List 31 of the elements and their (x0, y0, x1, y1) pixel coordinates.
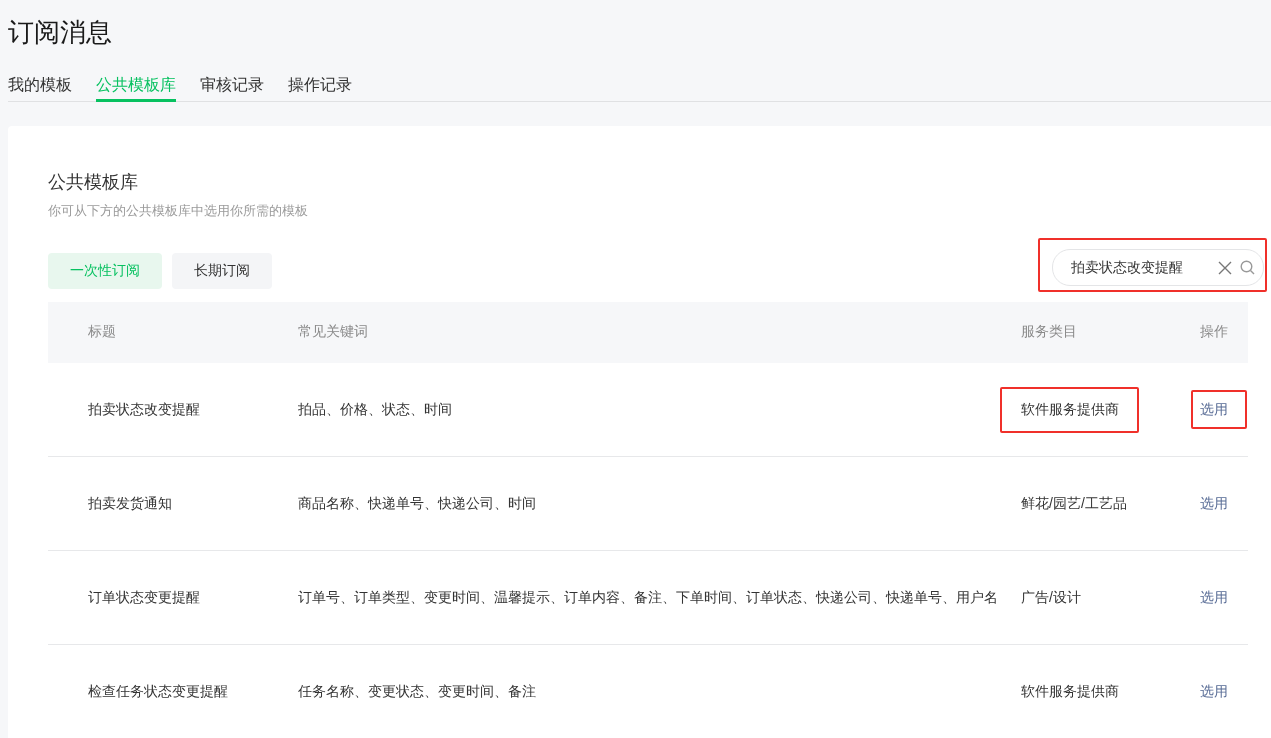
filter-button[interactable]: 长期订阅 (172, 253, 272, 289)
column-header: 服务类目 (1021, 323, 1078, 341)
page-title: 订阅消息 (8, 16, 113, 49)
table-cell-text: 拍卖发货通知 (87, 494, 173, 513)
table-cell-text: 商品名称、快递单号、快递公司、时间 (298, 494, 537, 513)
table-cell-text: 软件服务提供商 (1021, 682, 1120, 701)
select-link[interactable]: 选用 (1200, 683, 1228, 699)
search-icon[interactable] (1240, 260, 1255, 275)
tab[interactable]: 操作记录 (288, 74, 352, 102)
column-header: 操作 (1200, 323, 1229, 341)
close-icon[interactable] (1218, 260, 1232, 275)
section-title: 公共模板库 (48, 171, 139, 194)
table-cell-text: 广告/设计 (1021, 588, 1082, 607)
tab[interactable]: 我的模板 (8, 74, 72, 102)
table-cell-text: 拍卖状态改变提醒 (87, 400, 201, 419)
search-field[interactable]: 拍卖状态改变提醒 (1052, 249, 1264, 286)
tab[interactable]: 审核记录 (200, 74, 264, 102)
search-input[interactable]: 拍卖状态改变提醒 (1069, 258, 1210, 277)
section-description: 你可从下方的公共模板库中选用你所需的模板 (48, 202, 309, 220)
table-cell-text: 订单号、订单类型、变更时间、温馨提示、订单内容、备注、下单时间、订单状态、快递公司、快递单号、用户名 (298, 588, 999, 607)
column-header: 常见关键词 (298, 323, 369, 341)
table-cell-text: 检查任务状态变更提醒 (87, 682, 229, 701)
table-cell-text: 鲜花/园艺/工艺品 (1021, 494, 1128, 513)
table-cell-text: 任务名称、变更状态、变更时间、备注 (298, 682, 537, 701)
table-cell: 软件服务提供商 (1021, 400, 1119, 419)
table-cell-text: 拍品、价格、状态、时间 (298, 400, 453, 419)
select-link[interactable]: 选用 (1200, 495, 1228, 511)
select-link[interactable]: 选用 (1200, 589, 1228, 605)
table-cell-text: 订单状态变更提醒 (87, 588, 201, 607)
column-header: 标题 (87, 323, 117, 341)
select-link[interactable]: 选用 (1200, 401, 1228, 417)
